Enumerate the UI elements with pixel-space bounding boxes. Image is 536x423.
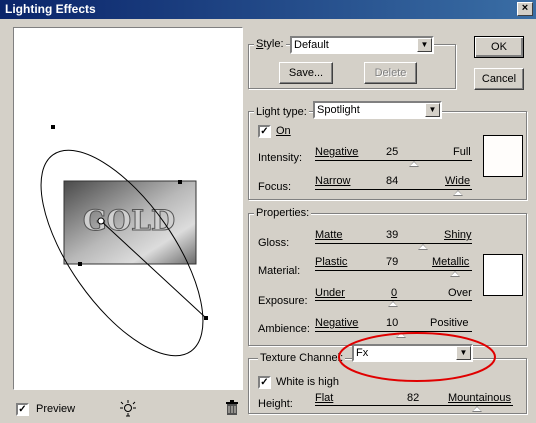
- height-slider-thumb[interactable]: [472, 406, 482, 412]
- height-value: 82: [407, 392, 420, 404]
- material-label: Material:: [258, 265, 301, 277]
- height-max: Mountainous: [448, 392, 511, 404]
- light-color-swatch[interactable]: [483, 135, 523, 177]
- light-on-label: On: [276, 125, 291, 137]
- light-handle-top[interactable]: [51, 125, 55, 129]
- light-on-checkbox[interactable]: ✓: [258, 125, 271, 138]
- ambience-value: 10: [386, 317, 399, 329]
- light-bulb-icon[interactable]: [118, 398, 138, 418]
- preview-label: Preview: [36, 403, 76, 415]
- focus-label: Focus:: [258, 181, 292, 193]
- light-type-value: Spotlight: [317, 104, 360, 116]
- focus-slider-track[interactable]: [315, 189, 472, 190]
- intensity-value: 25: [386, 146, 399, 158]
- window-title: Lighting Effects: [5, 2, 96, 16]
- height-slider-track[interactable]: [315, 405, 513, 406]
- intensity-min: Negative: [315, 146, 359, 158]
- light-type-label: Light type:: [254, 106, 309, 118]
- gloss-slider-thumb[interactable]: [418, 244, 428, 250]
- style-value: Default: [294, 39, 329, 51]
- exposure-label: Exposure:: [258, 295, 308, 307]
- gloss-max: Shiny: [444, 229, 472, 241]
- style-select[interactable]: Default ▼: [290, 36, 434, 54]
- white-is-high-label: White is high: [276, 376, 339, 388]
- intensity-max: Full: [453, 146, 471, 158]
- close-button[interactable]: ×: [517, 2, 533, 16]
- material-slider-track[interactable]: [315, 270, 472, 271]
- gloss-label: Gloss:: [258, 237, 290, 249]
- exposure-value: 0: [391, 287, 398, 299]
- material-max: Metallic: [432, 256, 470, 268]
- light-handle-right[interactable]: [178, 180, 182, 184]
- exposure-min: Under: [315, 287, 345, 299]
- height-min: Flat: [315, 392, 334, 404]
- style-label: Style:: [254, 38, 286, 50]
- gloss-min: Matte: [315, 229, 343, 241]
- chevron-down-icon: ▼: [425, 103, 440, 117]
- height-label: Height:: [258, 398, 293, 410]
- light-center-handle[interactable]: [97, 217, 105, 225]
- ok-button[interactable]: OK: [474, 36, 524, 58]
- exposure-max: Over: [448, 287, 472, 299]
- light-handle-left[interactable]: [78, 262, 82, 266]
- focus-max: Wide: [445, 175, 471, 187]
- material-min: Plastic: [315, 256, 348, 268]
- intensity-label: Intensity:: [258, 152, 303, 164]
- material-slider-thumb[interactable]: [450, 271, 460, 277]
- preview-canvas[interactable]: GOLD: [13, 27, 243, 390]
- focus-slider-thumb[interactable]: [453, 190, 463, 196]
- gloss-slider-track[interactable]: [315, 243, 472, 244]
- light-preview-svg[interactable]: GOLD: [14, 28, 242, 389]
- texture-channel-label: Texture Channel:: [258, 352, 346, 364]
- intensity-slider-track[interactable]: [315, 160, 472, 161]
- save-button[interactable]: Save...: [279, 62, 333, 84]
- cancel-button[interactable]: Cancel: [474, 68, 524, 90]
- properties-color-swatch[interactable]: [483, 254, 523, 296]
- title-bar: Lighting Effects ×: [0, 0, 536, 19]
- trash-icon[interactable]: [225, 400, 239, 416]
- ambience-min: Negative: [315, 317, 359, 329]
- gold-text-embossed: GOLD: [83, 204, 175, 237]
- red-highlight-ellipse: [338, 332, 496, 382]
- ambience-label: Ambience:: [258, 323, 310, 335]
- ambience-max: Positive: [430, 317, 469, 329]
- white-is-high-checkbox[interactable]: ✓: [258, 376, 271, 389]
- light-handle-bottom[interactable]: [204, 316, 208, 320]
- focus-min: Narrow: [315, 175, 351, 187]
- intensity-slider-thumb[interactable]: [409, 161, 419, 167]
- delete-button[interactable]: Delete: [364, 62, 417, 84]
- preview-checkbox[interactable]: ✓: [16, 403, 29, 416]
- gloss-value: 39: [386, 229, 399, 241]
- light-type-select[interactable]: Spotlight ▼: [313, 101, 442, 119]
- focus-value: 84: [386, 175, 399, 187]
- properties-title: Properties:: [254, 207, 312, 219]
- exposure-slider-thumb[interactable]: [388, 301, 398, 307]
- chevron-down-icon: ▼: [417, 38, 432, 52]
- material-value: 79: [386, 256, 399, 268]
